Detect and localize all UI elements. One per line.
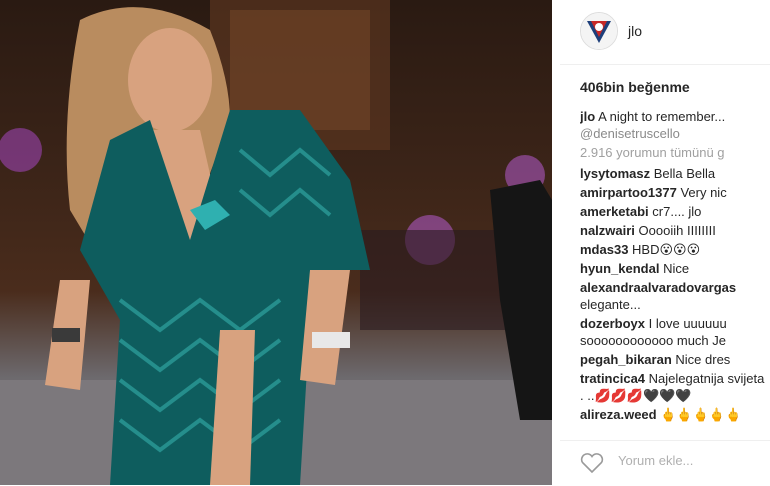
instagram-post-view: jlo 406bin beğenme jlo A night to rememb… bbox=[0, 0, 770, 485]
comment-user[interactable]: alexandraalvaradovargas bbox=[580, 279, 770, 296]
comment-user[interactable]: lysytomasz bbox=[580, 166, 650, 181]
comment-text: HBD😮😮😮 bbox=[632, 242, 701, 257]
comment-item: nalzwairi Ooooiih IIIIIIII bbox=[580, 222, 770, 239]
comment-text: 🖕🖕🖕🖕🖕 bbox=[660, 407, 742, 422]
comment-text: elegante... bbox=[580, 297, 641, 312]
header-divider bbox=[560, 64, 770, 65]
comment-user[interactable]: dozerboyx bbox=[580, 316, 645, 331]
comment-text: cr7.... jlo bbox=[652, 204, 702, 219]
post-username[interactable]: jlo bbox=[628, 23, 642, 39]
comment-item: alireza.weed 🖕🖕🖕🖕🖕 bbox=[580, 406, 770, 423]
comment-item: amerketabi cr7.... jlo bbox=[580, 203, 770, 220]
caption: jlo A night to remember... @denisetrusce… bbox=[580, 108, 770, 142]
avatar[interactable] bbox=[580, 12, 618, 50]
photo-scene bbox=[0, 0, 552, 485]
comment-footer: Yorum ekle... bbox=[560, 440, 770, 486]
comment-text: Nice bbox=[663, 261, 690, 276]
comment-text: Bella Bella bbox=[653, 166, 716, 181]
likes-count[interactable]: 406bin beğenme bbox=[580, 79, 690, 95]
comment-user[interactable]: mdas33 bbox=[580, 242, 628, 257]
view-all-comments-link[interactable]: 2.916 yorumun tümünü g bbox=[580, 144, 770, 161]
comment-item: lysytomasz Bella Bella bbox=[580, 165, 770, 182]
comment-user[interactable]: nalzwairi bbox=[580, 223, 635, 238]
comment-user[interactable]: amerketabi bbox=[580, 204, 649, 219]
comment-user[interactable]: pegah_bikaran bbox=[580, 352, 672, 367]
post-header: jlo bbox=[580, 12, 642, 50]
comment-user[interactable]: hyun_kendal bbox=[580, 261, 659, 276]
avatar-logo-icon bbox=[581, 13, 617, 49]
caption-text: A night to remember... bbox=[598, 109, 726, 124]
post-photo[interactable] bbox=[0, 0, 552, 485]
comment-item: dozerboyx I love uuuuuu soooooooooooo mu… bbox=[580, 315, 770, 349]
comment-item: alexandraalvaradovargas elegante... bbox=[580, 279, 770, 313]
comment-item: pegah_bikaran Nice dres bbox=[580, 351, 770, 368]
comment-user[interactable]: tratincica4 bbox=[580, 371, 645, 386]
add-comment-input[interactable]: Yorum ekle... bbox=[618, 453, 693, 468]
comment-text: Very nic bbox=[680, 185, 727, 200]
comment-text: Ooooiih IIIIIIII bbox=[638, 223, 716, 238]
comment-user[interactable]: amirpartoo1377 bbox=[580, 185, 677, 200]
comment-item: amirpartoo1377 Very nic bbox=[580, 184, 770, 201]
comment-item: tratincica4 Najelegatnija svijeta . ..💋💋… bbox=[580, 370, 770, 404]
comments-list: jlo A night to remember... @denisetrusce… bbox=[580, 108, 770, 425]
comment-text: Nice dres bbox=[675, 352, 731, 367]
side-panel: jlo 406bin beğenme jlo A night to rememb… bbox=[560, 0, 770, 485]
heart-icon[interactable] bbox=[580, 453, 604, 473]
comment-item: mdas33 HBD😮😮😮 bbox=[580, 241, 770, 258]
comment-item: hyun_kendal Nice bbox=[580, 260, 770, 277]
caption-mention[interactable]: @denisetruscello bbox=[580, 125, 770, 142]
caption-user[interactable]: jlo bbox=[580, 109, 595, 124]
comment-user[interactable]: alireza.weed bbox=[580, 407, 657, 422]
